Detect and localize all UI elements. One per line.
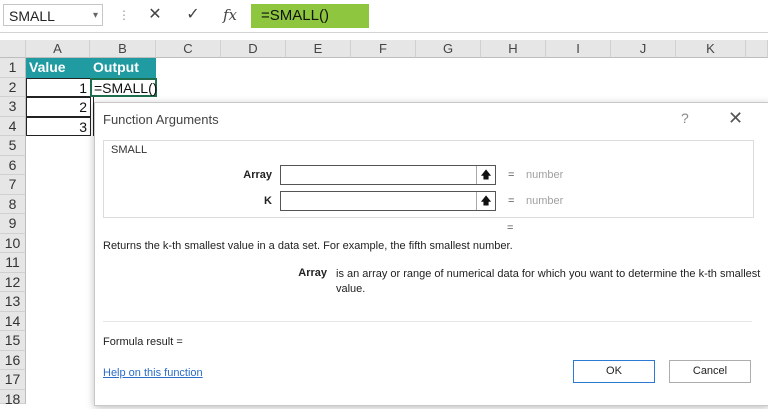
row-header[interactable]: 15	[0, 331, 26, 351]
row-header[interactable]: 16	[0, 350, 26, 370]
k-input[interactable]: 🡅	[280, 191, 496, 211]
k-label: K	[264, 195, 272, 207]
help-icon[interactable]: ?	[681, 110, 689, 126]
formula-result: Formula result =	[103, 336, 183, 348]
row-header[interactable]: 12	[0, 272, 26, 292]
column-header[interactable]: C	[156, 40, 221, 58]
insert-function-icon[interactable]: fx	[219, 4, 241, 26]
column-header[interactable]: K	[676, 40, 746, 58]
column-header[interactable]: F	[351, 40, 416, 58]
cell-a2[interactable]: 1	[26, 77, 91, 97]
cell-b1[interactable]: Output	[90, 58, 156, 78]
function-result-equals: =	[507, 222, 514, 234]
row-header[interactable]: 3	[0, 97, 26, 117]
array-input[interactable]: 🡅	[280, 165, 496, 185]
row-header[interactable]: 7	[0, 175, 26, 195]
function-name: SMALL	[111, 144, 148, 156]
column-header[interactable]: A	[26, 40, 90, 58]
column-header[interactable]: D	[221, 40, 286, 58]
help-on-function-link[interactable]: Help on this function	[103, 367, 203, 379]
row-header[interactable]: 8	[0, 194, 26, 214]
select-all-corner[interactable]	[0, 40, 26, 58]
row-header[interactable]: 2	[0, 77, 26, 97]
row-header[interactable]: 14	[0, 311, 26, 331]
row-header[interactable]: 11	[0, 253, 26, 273]
formula-bar: SMALL ▾ ⋮ ✕ ✓ fx =SMALL()	[0, 0, 768, 33]
row-header[interactable]: 17	[0, 370, 26, 390]
row-header[interactable]: 4	[0, 116, 26, 136]
row-header[interactable]: 18	[0, 389, 26, 407]
row-header[interactable]: 1	[0, 58, 26, 78]
row-header[interactable]: 5	[0, 136, 26, 156]
array-type-hint: number	[526, 169, 564, 181]
row-header[interactable]: 13	[0, 292, 26, 312]
chevron-down-icon[interactable]: ▾	[93, 5, 98, 27]
row-header[interactable]: 9	[0, 214, 26, 234]
dialog-title: Function Arguments	[103, 112, 219, 127]
argument-help-name: Array	[298, 267, 327, 279]
divider	[103, 321, 752, 322]
formula-input[interactable]: =SMALL()	[251, 4, 369, 28]
function-description: Returns the k-th smallest value in a dat…	[103, 240, 513, 252]
row-header[interactable]: 6	[0, 155, 26, 175]
column-header[interactable]: E	[286, 40, 351, 58]
cell-b2-active[interactable]: =SMALL()	[90, 77, 157, 97]
column-header[interactable]: B	[90, 40, 156, 58]
cell-a1[interactable]: Value	[26, 58, 90, 78]
cancel-button[interactable]: Cancel	[669, 360, 751, 383]
argument-help-text: is an array or range of numerical data f…	[336, 268, 761, 295]
cell-a3[interactable]: 2	[26, 97, 91, 117]
column-header[interactable]: I	[546, 40, 611, 58]
cancel-entry-icon[interactable]: ✕	[144, 4, 166, 26]
cell-a4[interactable]: 3	[26, 116, 91, 136]
column-header[interactable]: J	[611, 40, 676, 58]
name-box-value: SMALL	[9, 8, 55, 24]
collapse-dialog-icon[interactable]: 🡅	[476, 192, 495, 210]
ok-button[interactable]: OK	[573, 360, 655, 383]
name-box[interactable]: SMALL ▾	[3, 4, 103, 26]
close-icon[interactable]: ✕	[728, 108, 743, 129]
column-header[interactable]: H	[481, 40, 546, 58]
k-type-hint: number	[526, 195, 564, 207]
array-label: Array	[243, 169, 272, 181]
array-equals: =	[508, 169, 515, 181]
grip-icon: ⋮	[118, 8, 130, 22]
column-header-overflow	[746, 40, 768, 58]
function-arguments-dialog: Function Arguments ? ✕ SMALL Array 🡅 = n…	[94, 102, 768, 406]
arguments-group: SMALL Array 🡅 = number K 🡅 = number	[103, 140, 754, 218]
collapse-dialog-icon[interactable]: 🡅	[476, 166, 495, 184]
confirm-entry-icon[interactable]: ✓	[182, 4, 204, 26]
column-header[interactable]: G	[416, 40, 481, 58]
k-equals: =	[508, 195, 515, 207]
row-header[interactable]: 10	[0, 233, 26, 253]
